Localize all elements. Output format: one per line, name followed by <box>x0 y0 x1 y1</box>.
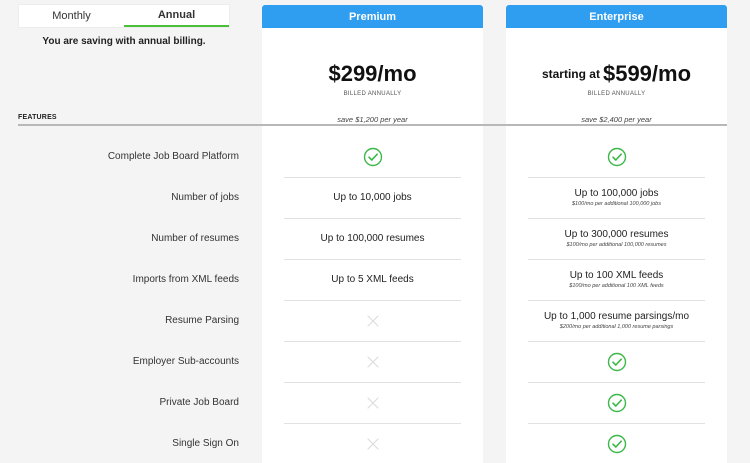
plan-header-premium: Premium <box>262 5 483 28</box>
feature-cell-enterprise: Up to 1,000 resume parsings/mo $200/mo pe… <box>528 300 705 341</box>
plan-price-premium: $299/mo <box>262 61 483 87</box>
toggle-monthly[interactable]: Monthly <box>19 5 124 27</box>
feature-cell-enterprise: Up to 300,000 resumes $100/mo per additio… <box>528 218 705 259</box>
feature-value: Up to 300,000 resumes <box>564 229 669 240</box>
x-icon <box>366 314 380 328</box>
feature-cell-premium <box>284 300 461 341</box>
check-circle-icon <box>607 434 627 454</box>
feature-cell-enterprise <box>528 136 705 177</box>
check-circle-icon <box>607 147 627 167</box>
feature-cell-premium <box>284 341 461 382</box>
feature-value: Up to 100,000 jobs <box>574 188 659 199</box>
feature-label: Number of jobs <box>171 192 239 203</box>
feature-label: Resume Parsing <box>165 315 239 326</box>
check-circle-icon <box>607 352 627 372</box>
feature-label: Single Sign On <box>172 438 239 449</box>
x-icon <box>366 396 380 410</box>
billed-annually-label: BILLED ANNUALLY <box>343 91 402 97</box>
feature-cell-enterprise <box>528 341 705 382</box>
feature-cell-enterprise: Up to 100 XML feeds $100/mo per additiona… <box>528 259 705 300</box>
feature-value-note: $100/mo per additional 100 XML feeds <box>569 283 664 289</box>
feature-value: Up to 10,000 jobs <box>333 192 412 203</box>
feature-cell-premium: Up to 5 XML feeds <box>284 259 461 300</box>
saving-note: You are saving with annual billing. <box>42 36 206 47</box>
feature-value: Up to 1,000 resume parsings/mo <box>543 311 690 322</box>
features-heading: FEATURES <box>18 114 57 121</box>
plan-header-enterprise: Enterprise <box>506 5 727 28</box>
feature-value-note: $200/mo per additional 1,000 resume pars… <box>559 324 674 330</box>
feature-cell-premium <box>284 136 461 177</box>
feature-value: Up to 5 XML feeds <box>331 274 414 285</box>
x-icon <box>366 355 380 369</box>
feature-value-note: $100/mo per additional 100,000 jobs <box>572 201 661 207</box>
feature-value-note: $100/mo per additional 100,000 resumes <box>566 242 667 248</box>
feature-cell-enterprise <box>528 382 705 423</box>
savings-note: save $1,200 per year <box>337 115 408 124</box>
price-amount: $599/mo <box>602 61 692 86</box>
feature-cell-premium <box>284 382 461 423</box>
check-circle-icon <box>363 147 383 167</box>
feature-cell-premium: Up to 100,000 resumes <box>284 218 461 259</box>
price-amount: $299/mo <box>328 61 417 86</box>
feature-value: Up to 100 XML feeds <box>569 270 664 281</box>
price-prefix: starting at <box>541 67 600 81</box>
feature-label: Employer Sub-accounts <box>132 356 239 367</box>
plan-price-enterprise: starting at $599/mo <box>506 61 727 87</box>
x-icon <box>366 437 380 451</box>
toggle-annual[interactable]: Annual <box>124 5 229 27</box>
billed-annually-label: BILLED ANNUALLY <box>587 91 646 97</box>
check-circle-icon <box>607 393 627 413</box>
feature-cell-enterprise: Up to 100,000 jobs $100/mo per additional… <box>528 177 705 218</box>
feature-label: Number of resumes <box>151 233 239 244</box>
feature-cell-premium: Up to 10,000 jobs <box>284 177 461 218</box>
feature-label: Private Job Board <box>159 397 240 408</box>
feature-cell-premium <box>284 423 461 463</box>
feature-label: Complete Job Board Platform <box>107 151 239 162</box>
billing-toggle: Monthly Annual <box>18 4 230 28</box>
savings-note: save $2,400 per year <box>581 115 652 124</box>
features-divider <box>18 124 727 126</box>
feature-cell-enterprise <box>528 423 705 463</box>
feature-label: Imports from XML feeds <box>132 274 239 285</box>
feature-value: Up to 100,000 resumes <box>320 233 425 244</box>
